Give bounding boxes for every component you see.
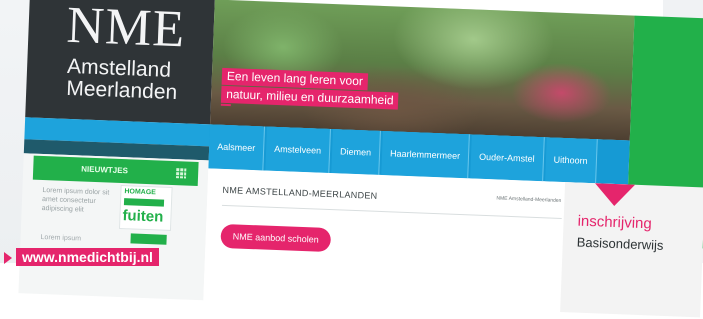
news-thumbnail[interactable]: HOMAGE fuiten [118,185,173,231]
logo-subtitle-line2: Meerlanden [65,76,178,105]
website-url-badge[interactable]: www.nmedichtbij.nl [16,248,159,266]
news-column: NIEUWTJES Lorem ipsum dolor sit amet con… [18,153,209,301]
hero-image: Een leven lang leren voor natuur, milieu… [210,0,635,141]
enrollment-panel: inschrijving Basisonderwijs [560,182,703,318]
basisonderwijs-label[interactable]: Basisonderwijs [577,235,664,253]
nav-item-diemen[interactable]: Diemen [331,129,381,175]
nav-item-haarlemmermeer[interactable]: Haarlemmermeer [381,131,470,179]
tagline-line2: natuur, milieu en duurzaamheid [220,85,399,110]
down-arrow-icon [594,183,636,207]
nav-item-ouder-amstel[interactable]: Ouder-Amstel [470,134,545,182]
page-title: NME AMSTELLAND-MEERLANDEN [222,184,378,201]
divider [221,204,562,219]
thumbnail-badge [123,198,165,207]
inschrijving-heading[interactable]: inschrijving [577,213,652,233]
tagline-line3 [220,103,231,107]
thumbnail-title: HOMAGE [124,188,157,197]
url-arrow-icon [4,252,12,264]
logo-panel[interactable]: NME Amstelland Meerlanden [25,0,215,125]
news-header-label: NIEUWTJES [81,164,129,176]
aanbod-scholen-button[interactable]: NME aanbod scholen [220,223,332,253]
breadcrumb[interactable]: NME Amstelland-Meerlanden [496,195,561,203]
news-chip [130,233,167,245]
thumbnail-text: fuiten [122,207,164,226]
news-item-text-2[interactable]: Lorem ipsum [40,234,81,243]
nav-item-aalsmeer[interactable]: Aalsmeer [208,124,266,171]
nav-item-uithoorn[interactable]: Uithoorn [544,137,598,184]
nav-item-amstelveen[interactable]: Amstelveen [265,126,332,174]
logo-title: NME [65,0,187,59]
grid-icon[interactable] [175,168,187,179]
news-header[interactable]: NIEUWTJES [32,155,199,186]
news-item-text[interactable]: Lorem ipsum dolor sit amet consectetur a… [42,186,113,216]
